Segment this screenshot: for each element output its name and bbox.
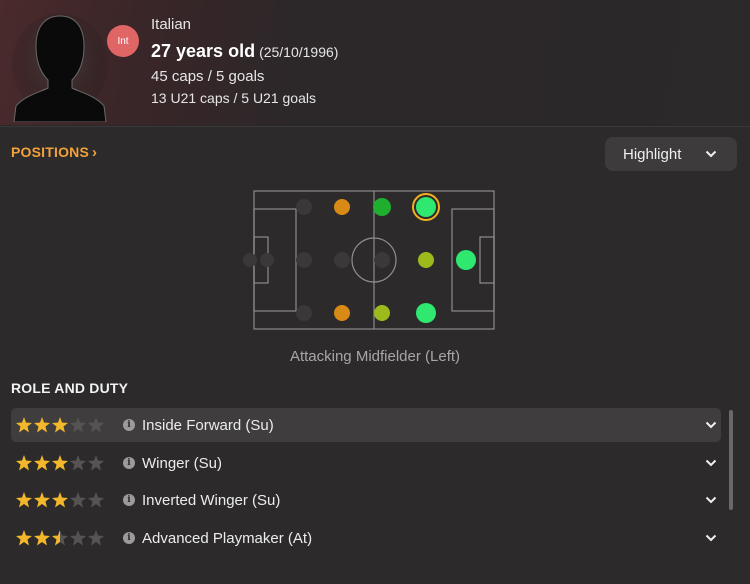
player-silhouette-icon [12, 13, 108, 122]
star-rating-icon [16, 492, 104, 508]
position-wbr[interactable] [334, 199, 350, 215]
date-of-birth: (25/10/1996) [259, 44, 339, 60]
position-amc[interactable] [418, 252, 434, 268]
position-mr[interactable] [373, 198, 391, 216]
info-icon[interactable]: i [123, 532, 135, 544]
player-header: Int Italian 27 years old (25/10/1996) 45 … [0, 0, 750, 125]
role-row-advanced-playmaker[interactable]: i Advanced Playmaker (At) [11, 521, 721, 555]
position-ml[interactable] [374, 305, 390, 321]
chevron-down-icon[interactable] [705, 496, 717, 504]
position-sweeper[interactable] [260, 253, 274, 267]
international-badge: Int [107, 25, 139, 57]
chevron-down-icon[interactable] [705, 459, 717, 467]
highlight-label: Highlight [623, 145, 682, 163]
player-age: 27 years old [151, 41, 256, 61]
position-dmc[interactable] [334, 252, 350, 268]
position-gk[interactable] [243, 253, 257, 267]
info-icon[interactable]: i [123, 494, 135, 506]
position-st[interactable] [456, 250, 476, 270]
highlight-dropdown[interactable]: Highlight [605, 137, 737, 171]
nationality: Italian [151, 16, 192, 33]
pitch-diagram [243, 190, 495, 330]
role-row-winger[interactable]: i Winger (Su) [11, 446, 721, 480]
role-label: Winger (Su) [142, 455, 223, 472]
u21-caps: 13 U21 caps / 5 U21 goals [151, 90, 316, 106]
position-mc[interactable] [374, 252, 390, 268]
position-aml[interactable] [416, 303, 436, 323]
role-and-duty-title: ROLE AND DUTY [11, 380, 129, 396]
scrollbar[interactable] [729, 410, 733, 510]
role-label: Advanced Playmaker (At) [142, 530, 313, 547]
star-rating-icon [16, 530, 104, 546]
position-amr[interactable] [416, 197, 436, 217]
senior-caps: 45 caps / 5 goals [151, 68, 265, 85]
position-dr-left-top[interactable] [296, 199, 312, 215]
chevron-down-icon[interactable] [705, 534, 717, 542]
age-line: 27 years old (25/10/1996) [151, 41, 338, 62]
right-goal-area [479, 236, 495, 284]
role-row-inside-forward[interactable]: i Inside Forward (Su) [11, 408, 721, 442]
star-rating-icon [16, 417, 104, 433]
positions-title: POSITIONS [11, 144, 90, 160]
role-label: Inverted Winger (Su) [142, 492, 281, 509]
star-rating-icon [16, 455, 104, 471]
selected-position-caption: Attacking Midfielder (Left) [289, 348, 461, 365]
role-label: Inside Forward (Su) [142, 417, 274, 434]
chevron-down-icon[interactable] [705, 421, 717, 429]
chevron-down-icon [705, 150, 717, 158]
chevron-right-icon: › [92, 144, 98, 161]
info-icon[interactable]: i [123, 457, 135, 469]
position-dl[interactable] [296, 305, 312, 321]
position-dc[interactable] [296, 252, 312, 268]
info-icon[interactable]: i [123, 419, 135, 431]
position-wbl[interactable] [334, 305, 350, 321]
positions-link[interactable]: POSITIONS › [11, 144, 97, 161]
role-row-inverted-winger[interactable]: i Inverted Winger (Su) [11, 483, 721, 517]
